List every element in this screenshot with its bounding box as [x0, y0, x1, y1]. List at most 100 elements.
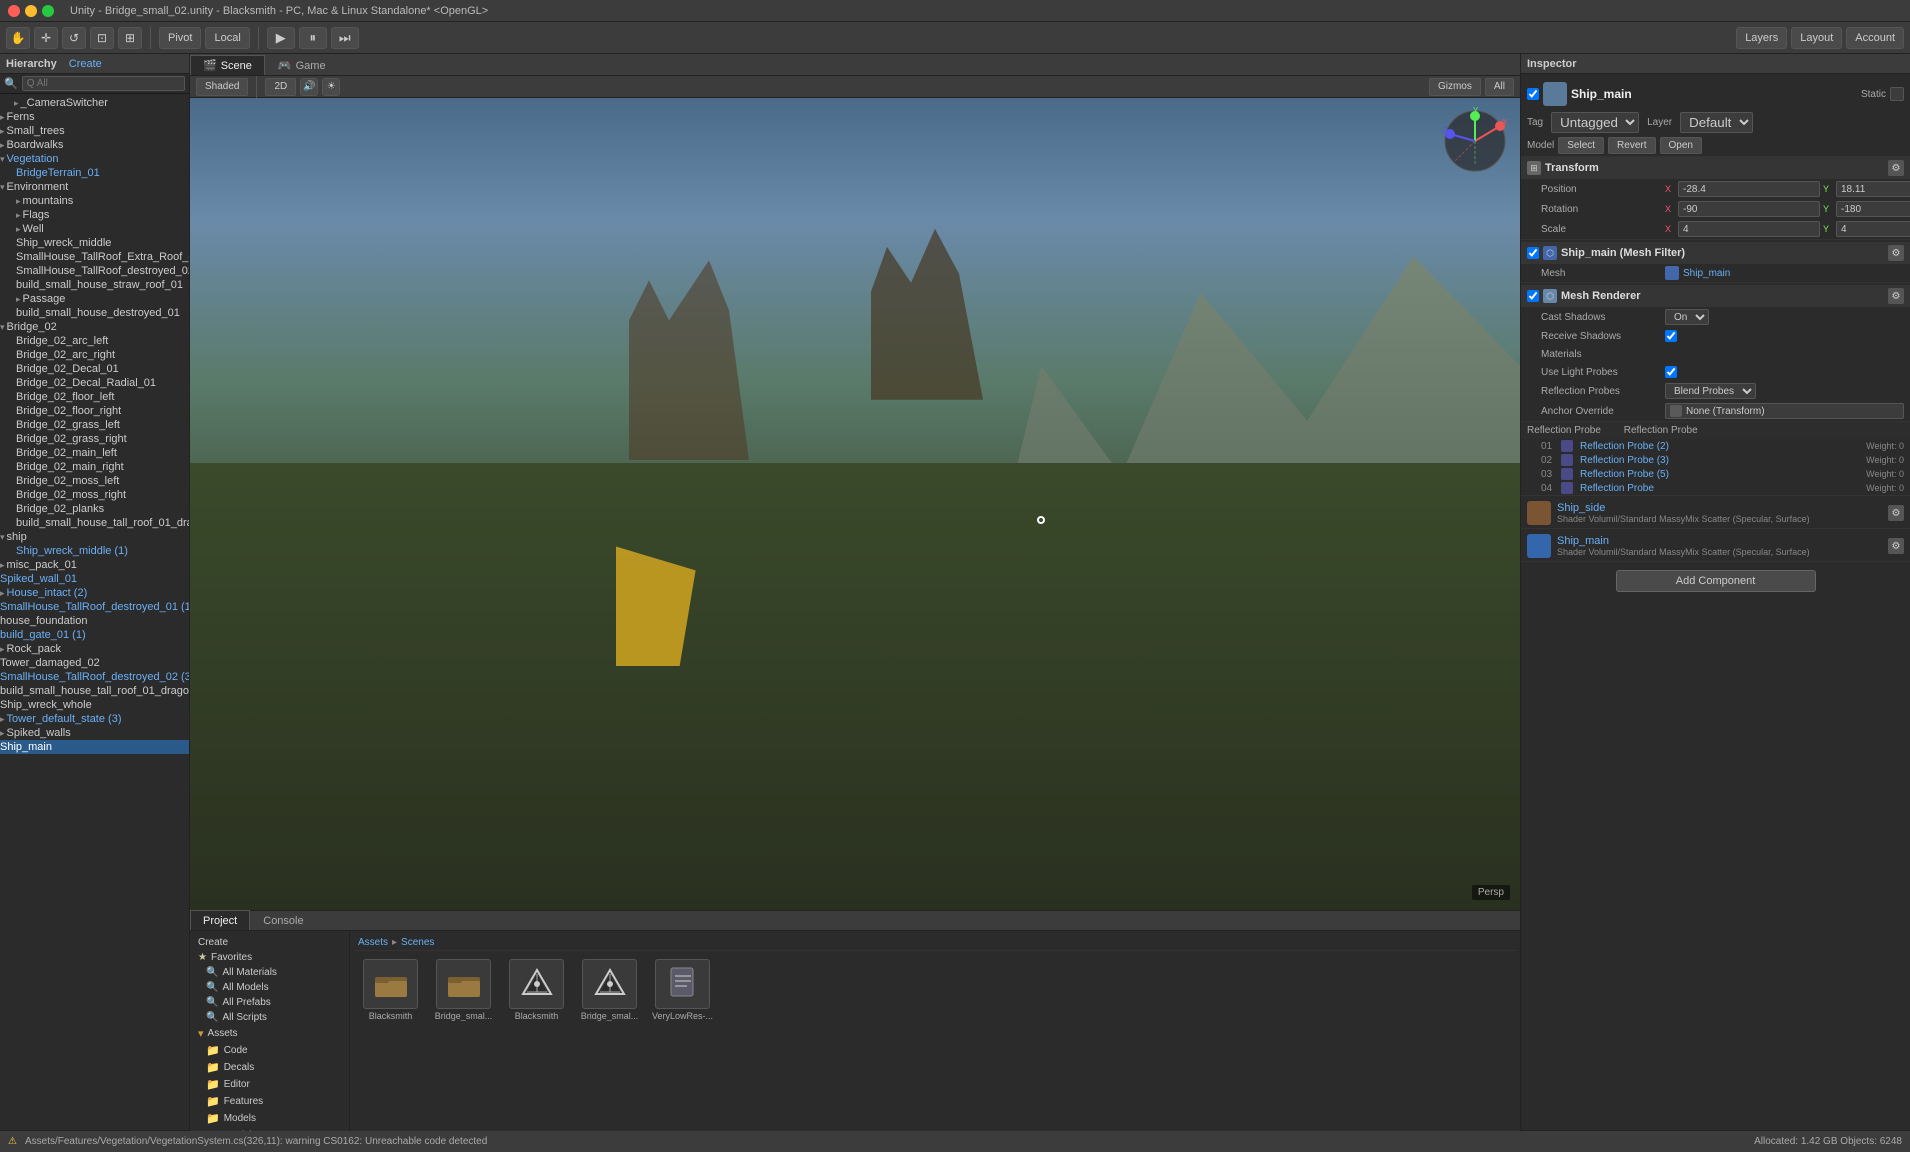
mesh-renderer-header[interactable]: ⬡ Mesh Renderer ⚙: [1521, 285, 1910, 307]
maximize-button[interactable]: [42, 5, 54, 17]
list-item[interactable]: ▾Vegetation: [0, 152, 189, 166]
layout-dropdown[interactable]: Layout: [1791, 27, 1842, 49]
minimize-button[interactable]: [25, 5, 37, 17]
all-button[interactable]: All: [1485, 78, 1514, 96]
pos-x-input[interactable]: [1678, 181, 1820, 197]
mesh-filter-settings[interactable]: ⚙: [1888, 245, 1904, 261]
transform-tool-scale[interactable]: ⊡: [90, 27, 114, 49]
2d-button[interactable]: 2D: [265, 78, 296, 96]
assets-header[interactable]: ▾ Assets: [194, 1025, 345, 1042]
pos-y-input[interactable]: [1836, 181, 1910, 197]
asset-blacksmith-folder[interactable]: Blacksmith: [358, 959, 423, 1021]
folder-models[interactable]: 📁 Models: [194, 1110, 345, 1127]
fav-models[interactable]: 🔍 All Models: [194, 980, 345, 995]
list-item[interactable]: ▸Rock_pack: [0, 642, 189, 656]
asset-verylowres[interactable]: VeryLowRes-...: [650, 959, 715, 1021]
step-button[interactable]: ⏭: [331, 27, 359, 49]
hierarchy-search-input[interactable]: [22, 76, 185, 91]
folder-features[interactable]: 📁 Features: [194, 1093, 345, 1110]
rp-name[interactable]: Reflection Probe (5): [1580, 469, 1862, 480]
list-item[interactable]: ▸Tower_default_state (3): [0, 712, 189, 726]
list-item[interactable]: ▸Boardwalks: [0, 138, 189, 152]
list-item[interactable]: SmallHouse_TallRoof_destroyed_02: [0, 264, 189, 278]
list-item[interactable]: Bridge_02_floor_left: [0, 390, 189, 404]
list-item[interactable]: Bridge_02_planks: [0, 502, 189, 516]
hierarchy-create[interactable]: Create: [69, 58, 102, 70]
folder-code[interactable]: 📁 Code: [194, 1042, 345, 1059]
local-button[interactable]: Local: [205, 27, 249, 49]
list-item[interactable]: Bridge_02_grass_right: [0, 432, 189, 446]
list-item[interactable]: ▸Small_trees: [0, 124, 189, 138]
list-item[interactable]: build_small_house_destroyed_01: [0, 306, 189, 320]
list-item[interactable]: ▾Environment: [0, 180, 189, 194]
open-button[interactable]: Open: [1660, 137, 1702, 154]
mesh-renderer-enabled[interactable]: [1527, 290, 1539, 302]
breadcrumb-assets[interactable]: Assets: [358, 937, 388, 948]
play-button[interactable]: ▶: [267, 27, 295, 49]
list-item[interactable]: ▾ship: [0, 530, 189, 544]
cast-shadows-dropdown[interactable]: On: [1665, 309, 1709, 325]
transform-tool-rect[interactable]: ⊞: [118, 27, 142, 49]
list-item[interactable]: build_small_house_tall_roof_01_dragon...: [0, 684, 189, 698]
list-item[interactable]: ▸House_intact (2): [0, 586, 189, 600]
list-item[interactable]: ▸Well: [0, 222, 189, 236]
rp-name[interactable]: Reflection Probe (2): [1580, 441, 1862, 452]
list-item[interactable]: SmallHouse_TallRoof_destroyed_01 (1): [0, 600, 189, 614]
scale-y-input[interactable]: [1836, 221, 1910, 237]
use-light-probes-checkbox[interactable]: [1665, 366, 1677, 378]
material-name-2[interactable]: Ship_main: [1557, 535, 1810, 547]
folder-editor[interactable]: 📁 Editor: [194, 1076, 345, 1093]
fav-materials[interactable]: 🔍 All Materials: [194, 965, 345, 980]
list-item[interactable]: build_small_house_straw_roof_01: [0, 278, 189, 292]
list-item[interactable]: Ship_wreck_whole: [0, 698, 189, 712]
scale-x-input[interactable]: [1678, 221, 1820, 237]
transform-header[interactable]: ⊞ Transform ⚙: [1521, 157, 1910, 179]
list-item[interactable]: ▸_CameraSwitcher: [0, 96, 189, 110]
list-item[interactable]: Bridge_02_Decal_Radial_01: [0, 376, 189, 390]
list-item[interactable]: Bridge_02_arc_left: [0, 334, 189, 348]
list-item[interactable]: SmallHouse_TallRoof_destroyed_02 (3): [0, 670, 189, 684]
mat2-settings[interactable]: ⚙: [1888, 538, 1904, 554]
select-button[interactable]: Select: [1558, 137, 1604, 154]
layers-dropdown[interactable]: Layers: [1736, 27, 1787, 49]
reflection-probes-dropdown[interactable]: Blend Probes: [1665, 383, 1756, 399]
transform-tool-rotate[interactable]: ↺: [62, 27, 86, 49]
breadcrumb-scenes[interactable]: Scenes: [401, 937, 434, 948]
scene-gizmo[interactable]: X Y Z: [1440, 106, 1510, 176]
tab-game[interactable]: 🎮 Game: [265, 55, 339, 75]
list-item[interactable]: Bridge_02_main_left: [0, 446, 189, 460]
receive-shadows-checkbox[interactable]: [1665, 330, 1677, 342]
list-item[interactable]: build_small_house_tall_roof_01_dragon...: [0, 516, 189, 530]
list-item[interactable]: Ship_wreck_middle: [0, 236, 189, 250]
revert-button[interactable]: Revert: [1608, 137, 1655, 154]
material-name-1[interactable]: Ship_side: [1557, 502, 1810, 514]
list-item-ship-main[interactable]: Ship_main: [0, 740, 189, 754]
list-item[interactable]: Bridge_02_moss_left: [0, 474, 189, 488]
shaded-button[interactable]: Shaded: [196, 78, 248, 96]
list-item[interactable]: ▾Bridge_02: [0, 320, 189, 334]
list-item[interactable]: Bridge_02_main_right: [0, 460, 189, 474]
list-item[interactable]: Spiked_wall_01: [0, 572, 189, 586]
add-component-button[interactable]: Add Component: [1616, 570, 1816, 592]
tag-dropdown[interactable]: Untagged: [1551, 112, 1639, 133]
transform-settings-btn[interactable]: ⚙: [1888, 160, 1904, 176]
rot-y-input[interactable]: [1836, 201, 1910, 217]
mesh-filter-header[interactable]: ⬡ Ship_main (Mesh Filter) ⚙: [1521, 242, 1910, 264]
fav-prefabs[interactable]: 🔍 All Prefabs: [194, 995, 345, 1010]
object-active-checkbox[interactable]: [1527, 88, 1539, 100]
static-dropdown[interactable]: [1890, 87, 1904, 101]
list-item[interactable]: ▸Ferns: [0, 110, 189, 124]
list-item[interactable]: Tower_damaged_02: [0, 656, 189, 670]
asset-blacksmith-unity[interactable]: Blacksmith: [504, 959, 569, 1021]
tab-scene[interactable]: 🎬 Scene: [190, 55, 265, 75]
list-item[interactable]: house_foundation: [0, 614, 189, 628]
fx-button[interactable]: ☀: [322, 78, 340, 96]
pivot-button[interactable]: Pivot: [159, 27, 201, 49]
list-item[interactable]: ▸misc_pack_01: [0, 558, 189, 572]
fav-scripts[interactable]: 🔍 All Scripts: [194, 1010, 345, 1025]
folder-decals[interactable]: 📁 Decals: [194, 1059, 345, 1076]
mesh-filter-enabled[interactable]: [1527, 247, 1539, 259]
list-item[interactable]: build_gate_01 (1): [0, 628, 189, 642]
favorites-header[interactable]: ★ Favorites: [194, 950, 345, 965]
rp-name[interactable]: Reflection Probe: [1580, 483, 1862, 494]
